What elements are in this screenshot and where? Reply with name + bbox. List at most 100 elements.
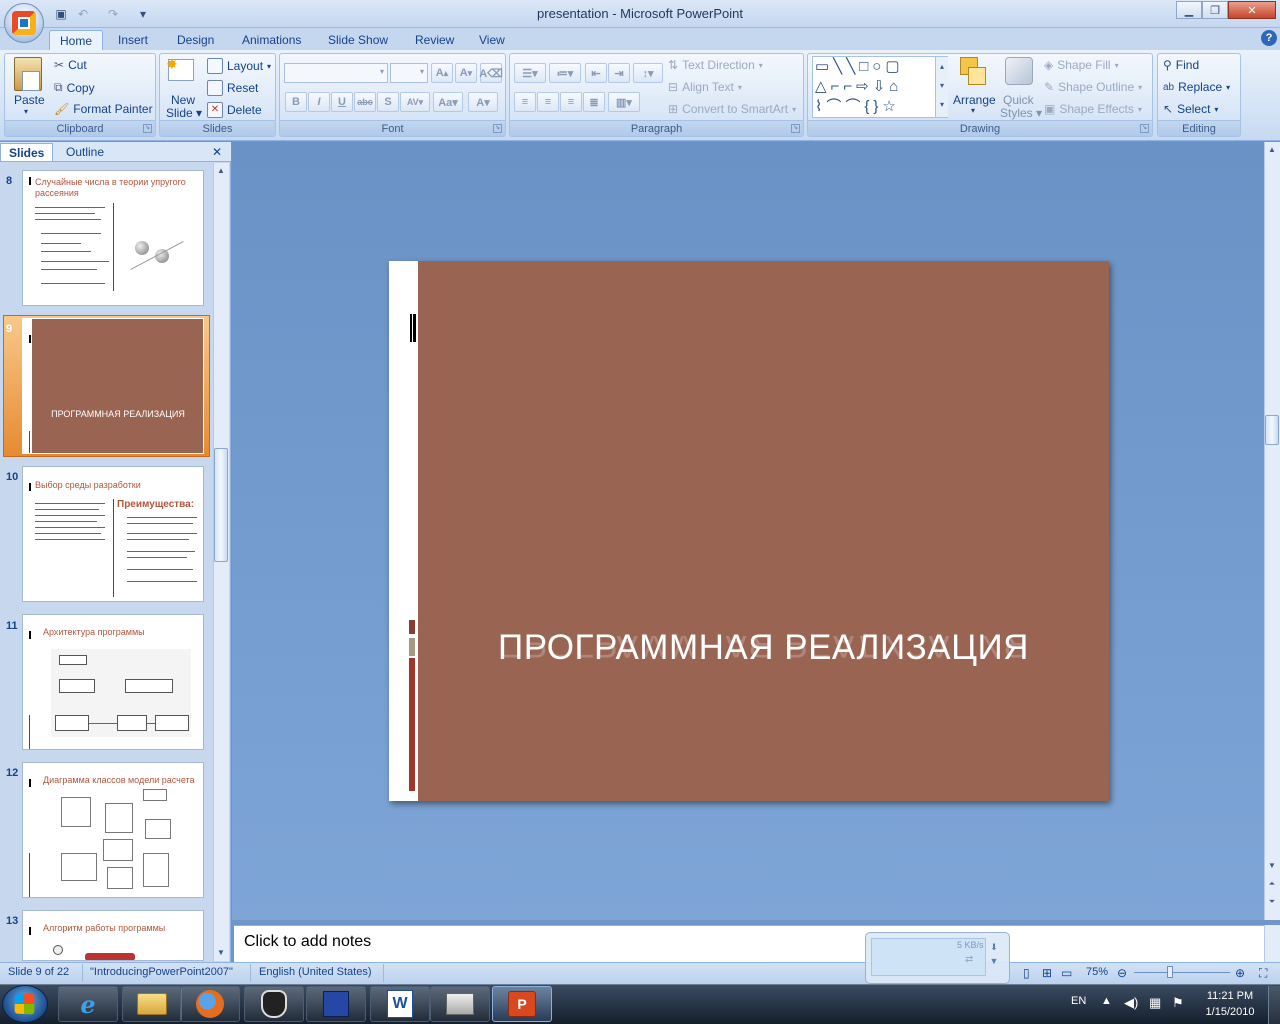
fit-to-window-icon[interactable]: ⛶ [1259, 966, 1267, 981]
strikethrough-icon[interactable]: abc [354, 92, 376, 112]
slide-sorter-icon[interactable]: ⊞ [1042, 966, 1052, 980]
bold-icon[interactable]: B [285, 92, 307, 112]
notes-scrollbar[interactable] [1264, 925, 1280, 962]
font-size-combo[interactable]: ▾ [390, 63, 428, 83]
save-icon[interactable]: ▣ [52, 5, 70, 23]
slides-pane-scrollbar[interactable] [213, 163, 229, 961]
columns-icon[interactable]: ▥▾ [608, 92, 640, 112]
close-button[interactable]: ✕ [1228, 1, 1276, 19]
quick-styles-button[interactable]: Quick Styles ▾ [1000, 57, 1042, 120]
numbering-icon[interactable]: ≔▾ [549, 63, 581, 83]
office-button[interactable] [4, 3, 44, 43]
find-button[interactable]: ⚲ Find [1163, 58, 1199, 72]
normal-view-icon[interactable]: ▯ [1023, 966, 1030, 980]
align-right-icon[interactable]: ≡ [560, 92, 582, 112]
justify-icon[interactable]: ≣ [583, 92, 605, 112]
shape-effects-button[interactable]: ▣ Shape Effects ▾ [1044, 102, 1142, 116]
maximize-button[interactable]: ❐ [1202, 1, 1228, 19]
zoom-out-icon[interactable]: ⊖ [1117, 966, 1127, 980]
copy-button[interactable]: ⧉ Copy [54, 80, 95, 95]
font-color-icon[interactable]: A▾ [468, 92, 498, 112]
taskbar-app[interactable] [244, 986, 304, 1022]
line-spacing-icon[interactable]: ↕▾ [633, 63, 663, 83]
close-icon[interactable]: ✕ [212, 145, 222, 159]
minimize-button[interactable]: ▁ [1176, 1, 1202, 19]
tab-animations[interactable]: Animations [232, 30, 311, 50]
replace-button[interactable]: ab Replace ▾ [1163, 80, 1230, 94]
delete-button[interactable]: ✕ Delete [207, 102, 262, 118]
text-direction-button[interactable]: ⇅ Text Direction ▾ [668, 58, 763, 72]
tab-outline[interactable]: Outline [58, 143, 112, 161]
align-text-button[interactable]: ⊟ Align Text ▾ [668, 80, 742, 94]
convert-smartart-button[interactable]: ⊞ Convert to SmartArt ▾ [668, 102, 796, 116]
notes-pane[interactable]: Click to add notes [234, 925, 1264, 962]
drawing-launcher-icon[interactable]: ↘ [1140, 124, 1149, 133]
next-slide-icon[interactable]: ⏷ [1264, 894, 1280, 910]
cut-button[interactable]: ✂ Cut [54, 58, 87, 72]
increase-indent-icon[interactable]: ⇥ [608, 63, 630, 83]
tab-view[interactable]: View [469, 30, 515, 50]
keyboard-language[interactable]: EN [1071, 995, 1086, 1007]
bullets-icon[interactable]: ☰▾ [514, 63, 546, 83]
slide-thumbnail-8[interactable]: Случайные числа в теории упругого рассея… [22, 170, 204, 306]
network-arrows-icon[interactable]: ⬇ ▼ [988, 940, 1000, 974]
scroll-up-icon[interactable]: ▲ [1264, 142, 1280, 158]
network-status-icon[interactable]: ▦ [1149, 995, 1161, 1011]
shapes-gallery[interactable]: ▭╲╲□○▢ △⌐⌐⇨⇩⌂ ⌇⌒⌒{}☆ [812, 56, 948, 118]
taskbar-powerpoint[interactable]: P [492, 986, 552, 1022]
underline-icon[interactable]: U [331, 92, 353, 112]
taskbar-save-app[interactable] [306, 986, 366, 1022]
align-center-icon[interactable]: ≡ [537, 92, 559, 112]
shape-outline-button[interactable]: ✎ Shape Outline ▾ [1044, 80, 1142, 94]
slide-thumbnail-13[interactable]: Алгоритм работы программы [22, 910, 204, 961]
slide-thumbnail-11[interactable]: Архитектура программы [22, 614, 204, 750]
paste-button[interactable]: Paste ▾ [13, 57, 45, 116]
tab-insert[interactable]: Insert [108, 30, 158, 50]
taskbar-print[interactable] [430, 986, 490, 1022]
undo-icon[interactable]: ↶ [74, 5, 92, 23]
layout-button[interactable]: Layout ▾ [207, 58, 271, 74]
scroll-down-icon[interactable]: ▼ [213, 945, 229, 961]
select-button[interactable]: ↖ Select ▾ [1163, 102, 1218, 116]
character-spacing-icon[interactable]: AV▾ [400, 92, 430, 112]
grow-font-icon[interactable]: A ▴ [431, 63, 453, 83]
scroll-down-icon[interactable]: ▼ [1264, 858, 1280, 874]
font-family-combo[interactable]: ▾ [284, 63, 388, 83]
tab-slides[interactable]: Slides [0, 143, 54, 161]
decrease-indent-icon[interactable]: ⇤ [585, 63, 607, 83]
slide-thumbnail-10[interactable]: Выбор среды разработки Преимущества: [22, 466, 204, 602]
clock-time[interactable]: 11:21 PM [1200, 990, 1260, 1002]
customize-qat-icon[interactable]: ▾ [134, 5, 152, 23]
tab-home[interactable]: Home [49, 30, 104, 50]
shrink-font-icon[interactable]: A ▾ [455, 63, 477, 83]
taskbar-internet-explorer[interactable]: e [58, 986, 118, 1022]
language-status[interactable]: English (United States) [259, 966, 372, 978]
shadow-icon[interactable]: S [377, 92, 399, 112]
slide-thumbnail-12[interactable]: Диаграмма классов модели расчета [22, 762, 204, 898]
help-icon[interactable]: ? [1261, 30, 1277, 46]
arrange-button[interactable]: Arrange ▾ [952, 57, 998, 117]
font-launcher-icon[interactable]: ↘ [493, 124, 502, 133]
volume-icon[interactable]: ◀) [1124, 995, 1138, 1011]
reset-button[interactable]: Reset [207, 80, 258, 96]
clear-formatting-icon[interactable]: A⌫ [479, 63, 503, 83]
theme-name[interactable]: "IntroducingPowerPoint2007" [90, 966, 233, 978]
action-center-flag-icon[interactable]: ⚑ [1172, 995, 1184, 1011]
shapes-scroll-icon[interactable]: ▴ ▾ ▾ [935, 57, 948, 117]
format-painter-button[interactable]: 🖌 Format Painter [54, 102, 153, 116]
clipboard-launcher-icon[interactable]: ↘ [143, 124, 152, 133]
slides-pane-scroll-thumb[interactable] [214, 448, 228, 562]
new-slide-button[interactable]: ✸ New Slide ▾ [164, 56, 202, 120]
slide-thumbnail-9[interactable]: ПРОГРАММНАЯ РЕАЛИЗАЦИЯ [22, 318, 204, 454]
taskbar-firefox[interactable] [180, 986, 240, 1022]
clock-date[interactable]: 1/15/2010 [1200, 1006, 1260, 1018]
redo-icon[interactable]: ↷ [104, 5, 122, 23]
tab-design[interactable]: Design [167, 30, 224, 50]
change-case-icon[interactable]: Aa▾ [433, 92, 463, 112]
zoom-in-icon[interactable]: ⊕ [1235, 966, 1245, 980]
show-hidden-icons-icon[interactable]: ▲ [1101, 995, 1112, 1007]
zoom-slider[interactable] [1134, 972, 1230, 973]
shape-fill-button[interactable]: ◈ Shape Fill ▾ [1044, 58, 1119, 72]
slide-scroll-thumb[interactable] [1265, 415, 1279, 445]
paragraph-launcher-icon[interactable]: ↘ [791, 124, 800, 133]
